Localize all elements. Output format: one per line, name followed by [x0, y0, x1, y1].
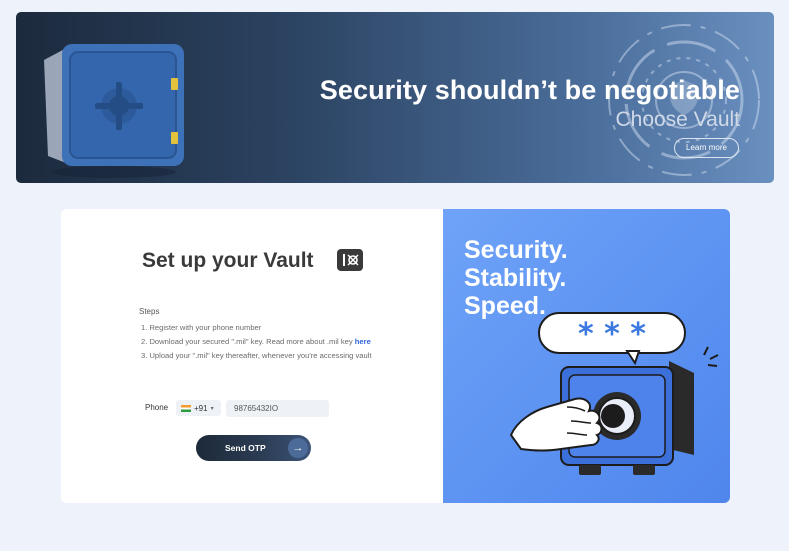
- vault-hand-illustration: * * *: [509, 312, 719, 475]
- country-code-select[interactable]: +91 ▾: [176, 400, 221, 416]
- chevron-down-icon: ▾: [210, 405, 214, 412]
- banner-subheadline: Choose Vault: [615, 108, 740, 131]
- list-item: 1. Register with your phone number: [141, 323, 262, 332]
- phone-number-input[interactable]: [226, 400, 329, 417]
- send-otp-button[interactable]: Send OTP →: [196, 435, 311, 461]
- list-item: 3. Upload your ".mil" key thereafter, wh…: [141, 351, 372, 360]
- india-flag-icon: [181, 404, 191, 412]
- list-item: 2. Download your secured ".mil" key. Rea…: [141, 335, 372, 349]
- learn-more-button[interactable]: Learn more: [674, 138, 739, 158]
- mil-key-info-link[interactable]: here: [355, 337, 371, 346]
- vault-logo-icon: [337, 249, 363, 271]
- slogan-line-security: Security.: [464, 236, 568, 264]
- send-otp-label: Send OTP: [225, 443, 266, 453]
- steps-list: 1. Register with your phone number 2. Do…: [141, 321, 372, 363]
- promo-slogan: Security. Stability. Speed.: [464, 236, 568, 320]
- hero-banner: Security shouldn’t be negotiable Choose …: [16, 12, 774, 183]
- setup-form-pane: Set up your Vault Steps 1. Register with…: [61, 209, 443, 503]
- slogan-line-stability: Stability.: [464, 264, 567, 292]
- promo-pane: Security. Stability. Speed. * * *: [443, 209, 730, 503]
- vault-setup-card: Set up your Vault Steps 1. Register with…: [61, 209, 730, 503]
- password-stars: * * *: [578, 317, 646, 352]
- arrow-right-icon: →: [288, 438, 308, 458]
- country-code-value: +91: [194, 403, 208, 413]
- step-text: 2. Download your secured ".mil" key. Rea…: [141, 337, 355, 346]
- banner-headline: Security shouldn’t be negotiable: [319, 75, 740, 105]
- phone-label: Phone: [145, 403, 169, 412]
- vault-safe-illustration: [44, 44, 184, 178]
- page-title: Set up your Vault: [142, 249, 314, 272]
- steps-heading: Steps: [139, 307, 160, 316]
